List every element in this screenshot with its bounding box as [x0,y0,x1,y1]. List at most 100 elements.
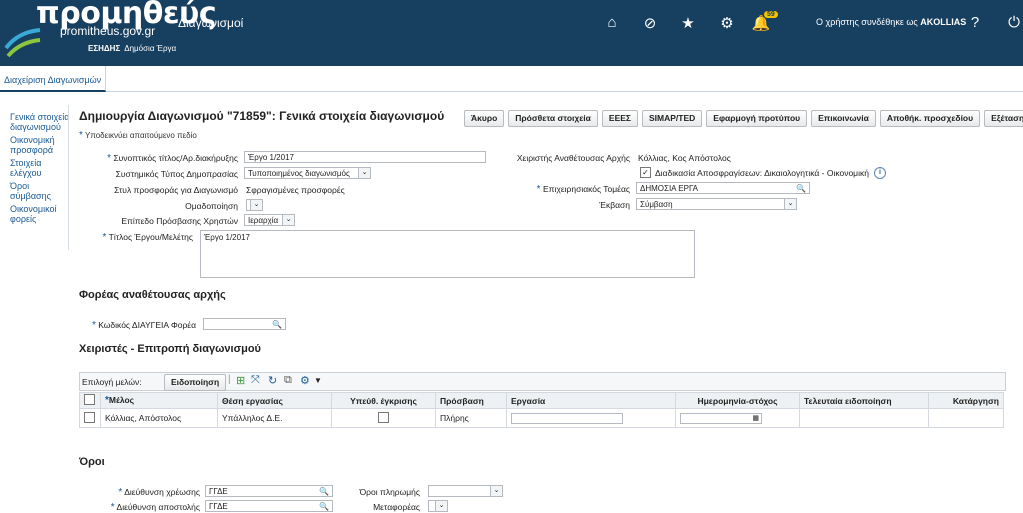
logo-url: promitheus.gov.gr [60,24,156,38]
grouping-select[interactable]: ⌄ [246,199,263,211]
power-icon[interactable]: ⏻ [1004,14,1023,31]
tab-bar [0,66,1023,92]
billing-label: * Διεύθυνση χρέωσης [118,487,200,498]
chevron-down-icon[interactable]: ▼ [314,376,322,385]
contact-button[interactable]: Επικοινωνία [811,110,876,127]
logo-swoosh-icon [4,28,41,58]
add-row-icon[interactable]: ⊞ [236,374,245,387]
select-members-label: Επιλογή μελών: [82,377,142,387]
manager-value: Κόλλιας, Κος Απόστολος [638,153,731,163]
notify-button[interactable]: Ειδοποίηση [164,374,227,391]
payment-terms-select[interactable]: ⌄ [428,485,503,497]
logo-subtitle: ΕΣΗΔΗΣ Δημόσια Έργα [88,44,177,53]
system-type-select[interactable]: Τυποποιημένος διαγωνισμός ⌄ [244,167,371,179]
apply-template-button[interactable]: Εφαρμογή προτύπου [706,110,808,127]
sidebar-item-financial-offer[interactable]: Οικονομική προσφορά [10,135,70,155]
outcome-label: Έκβαση [599,200,630,210]
sidebar-divider [68,105,69,250]
chevron-down-icon: ⌄ [490,486,502,496]
system-type-label: Συστημικός Τύπος Δημοπρασίας [115,169,238,179]
authority-section-title: Φορέας αναθέτουσας αρχής [79,289,226,301]
approver-cell [331,408,436,428]
select-all-cell [79,392,101,409]
access-cell: Πλήρης [435,408,507,428]
detach-icon[interactable]: ⧉ [284,374,292,387]
notification-badge: 59 [764,11,778,18]
calendar-icon[interactable]: ▦ [752,414,759,422]
search-icon[interactable]: 🔍 [796,183,806,193]
refresh-icon[interactable]: ↻ [268,374,277,387]
manager-label: Χειριστής Αναθέτουσας Αρχής [516,153,630,163]
search-icon[interactable]: 🔍 [319,486,329,496]
offer-style-label: Στυλ προσφοράς για Διαγωνισμό [114,185,238,195]
diavgeia-input[interactable]: 🔍 [203,318,286,330]
table-row: Κόλλιας, Απόστολος Υπάλληλος Δ.Ε. Πλήρης… [79,408,1004,428]
search-icon[interactable]: 🔍 [272,319,282,329]
sector-input[interactable]: ΔΗΜΟΣΙΑ ΕΡΓΑ 🔍 [636,182,810,194]
additional-info-button[interactable]: Πρόσθετα στοιχεία [508,110,598,127]
sidebar-item-economic-operators[interactable]: Οικονομικοί φορείς [10,204,70,224]
target-date-input[interactable]: ▦ [680,412,762,424]
sector-label: * Επιχειρησιακός Τομέας [536,184,630,195]
terms-section-title: Όροι [79,456,105,468]
review-button[interactable]: Εξέταση [984,110,1023,127]
committee-toolbar: Επιλογή μελών: Ειδοποίηση | ⊞ ⤧ ↻ ⧉ ⚙ ▼ [79,372,1006,391]
sidebar-item-contract-terms[interactable]: Όροι σύμβασης [10,181,70,201]
gear-icon[interactable]: ⚙ [717,14,737,32]
task-input[interactable] [511,412,623,424]
approver-checkbox[interactable] [378,411,389,423]
last-notification-cell [799,408,929,428]
user-info: Ο χρήστης συνδέθηκε ως AKOLLIAS [816,17,967,27]
help-icon[interactable]: ? [965,14,985,31]
access-level-label: Επίπεδο Πρόσβασης Χρηστών [121,216,238,226]
col-access: Πρόσβαση [435,392,507,409]
task-cell [506,408,676,428]
simap-ted-button[interactable]: SIMAP/TED [642,110,703,127]
page-title: Δημιουργία Διαγωνισμού "71859": Γενικά σ… [79,109,445,123]
settings-icon[interactable]: ⚙ [300,374,310,387]
home-icon[interactable]: ⌂ [602,14,622,31]
chevron-down-icon: ⌄ [250,200,262,210]
select-all-checkbox[interactable] [84,394,95,405]
espd-button[interactable]: ΕΕΕΣ [601,110,639,127]
expand-icon[interactable]: ⤧ [251,374,260,387]
payment-terms-label: Όροι πληρωμής [359,487,420,497]
row-checkbox[interactable] [84,411,95,423]
tab-tender-management[interactable]: Διαχείριση Διαγωνισμών [0,66,107,92]
sidebar: Γενικά στοιχεία διαγωνισμού Οικονομική π… [10,112,70,227]
col-target-date: Ημερομηνία-στόχος [675,392,800,409]
col-approver: Υπεύθ. έγκρισης [331,392,436,409]
app-title: Διαγωνισμοί [178,16,244,30]
shipping-label: * Διεύθυνση αποστολής [110,502,200,513]
unsealing-checkbox[interactable]: ✓ [640,167,651,178]
summary-input[interactable]: Έργο 1/2017 [244,151,486,163]
row-select-cell [79,408,101,428]
star-icon[interactable]: ★ [678,14,698,32]
shipping-input[interactable]: ΓΓΔΕ 🔍 [205,500,333,512]
committee-table: *Μέλος Θέση εργασίας Υπεύθ. έγκρισης Πρό… [79,392,1004,428]
col-remove: Κατάργηση [928,392,1004,409]
access-level-select[interactable]: Ιεραρχία ⌄ [244,214,295,226]
action-buttons: Άκυρο Πρόσθετα στοιχεία ΕΕΕΣ SIMAP/TED Ε… [464,110,1023,127]
chevron-down-icon: ⌄ [435,501,447,511]
search-icon[interactable]: 🔍 [319,501,329,511]
app-header: προμηθεύς promitheus.gov.gr ΕΣΗΔΗΣ Δημόσι… [0,0,1023,66]
sidebar-item-general[interactable]: Γενικά στοιχεία διαγωνισμού [10,112,70,132]
billing-input[interactable]: ΓΓΔΕ 🔍 [205,485,333,497]
target-date-cell: ▦ [675,408,800,428]
sidebar-item-control[interactable]: Στοιχεία ελέγχου [10,158,70,178]
grouping-label: Ομαδοποίηση [185,201,238,211]
chevron-down-icon: ⌄ [358,168,370,178]
project-title-textarea[interactable]: Έργο 1/2017 [200,230,695,278]
block-icon[interactable]: ⊘ [640,14,660,32]
member-cell: Κόλλιας, Απόστολος [100,408,218,428]
carrier-label: Μεταφορέας [373,502,420,512]
outcome-select[interactable]: Σύμβαση ⌄ [636,198,797,210]
save-draft-button[interactable]: Αποθήκ. προσχεδίου [879,110,981,127]
carrier-select[interactable]: ⌄ [428,500,448,512]
chevron-down-icon: ⌄ [784,199,796,209]
col-position: Θέση εργασίας [217,392,332,409]
cancel-button[interactable]: Άκυρο [464,110,505,127]
position-cell: Υπάλληλος Δ.Ε. [217,408,332,428]
info-icon[interactable]: i [874,167,886,179]
